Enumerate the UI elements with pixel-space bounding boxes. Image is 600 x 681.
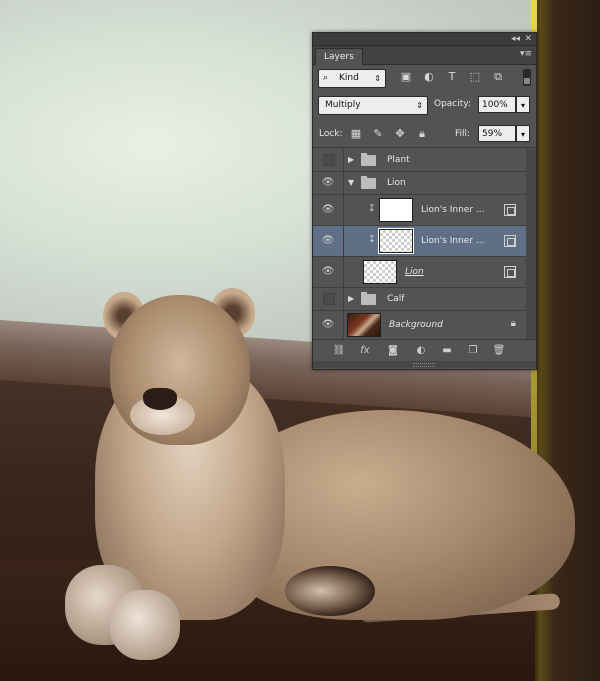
panel-menu-icon[interactable]: ▾≡ — [520, 49, 532, 59]
layer-row-lion[interactable]: 👁︎ Lion — [313, 257, 526, 288]
expand-triangle-icon[interactable]: ▶ — [348, 294, 354, 303]
opacity-label: Opacity: — [434, 99, 471, 109]
layers-list: ▶ Plant 👁︎ ▼ Lion 👁︎ ↧ Lion's Inner ... … — [313, 149, 526, 340]
fx-icon[interactable]: fx — [357, 344, 373, 358]
tab-layers[interactable]: Layers — [315, 48, 363, 65]
resize-grip[interactable] — [313, 361, 536, 368]
lock-all-icon[interactable]: 🔒︎ — [415, 127, 429, 141]
visibility-divider — [343, 311, 344, 339]
blend-mode-value: Multiply — [325, 100, 361, 110]
clipping-mask-icon: ↧ — [368, 235, 376, 245]
expand-triangle-icon[interactable]: ▶ — [348, 155, 354, 164]
folder-icon — [361, 153, 376, 166]
smart-object-icon — [504, 204, 516, 216]
visibility-divider — [343, 149, 344, 171]
eye-icon[interactable]: 👁︎ — [321, 265, 335, 279]
layer-thumbnail — [379, 198, 413, 222]
layer-name: Calf — [387, 294, 405, 304]
filter-kind-select[interactable]: ⌕ Kind ⇕ — [318, 69, 386, 88]
adjustment-layer-icon[interactable]: ◐ — [413, 344, 429, 358]
layer-row-background[interactable]: 👁︎ Background 🔒︎ — [313, 311, 526, 340]
stepper-icon: ⇕ — [416, 101, 423, 110]
layer-name: Background — [389, 320, 443, 330]
fill-field[interactable]: 59% — [478, 125, 516, 142]
clipping-mask-icon: ↧ — [368, 204, 376, 214]
folder-icon — [361, 292, 376, 305]
stepper-icon: ⇕ — [374, 74, 381, 83]
link-layers-icon[interactable]: ⛓︎ — [331, 344, 347, 358]
lion-nose — [143, 388, 177, 410]
adjustment-filter-icon[interactable]: ◐ — [422, 70, 436, 84]
type-filter-icon[interactable]: T — [445, 70, 459, 84]
eye-icon[interactable]: 👁︎ — [321, 203, 335, 217]
visibility-divider — [343, 226, 344, 256]
layer-row-lion-group[interactable]: 👁︎ ▼ Lion — [313, 172, 526, 195]
visibility-divider — [343, 257, 344, 287]
add-mask-icon[interactable]: ◙ — [385, 344, 401, 358]
close-icon[interactable]: ✕ — [524, 33, 532, 45]
panel-header[interactable]: ◂◂ ✕ — [313, 33, 536, 46]
lock-label: Lock: — [319, 129, 343, 139]
layer-name: Lion — [405, 267, 424, 277]
opacity-field[interactable]: 100% — [478, 96, 516, 113]
filter-row: ⌕ Kind ⇕ ▣ ◐ T ⬚ ⧉ — [313, 66, 536, 90]
search-icon: ⌕ — [323, 73, 329, 83]
layer-name: Plant — [387, 155, 410, 165]
layer-name: Lion — [387, 178, 406, 188]
shape-filter-icon[interactable]: ⬚ — [468, 70, 482, 84]
lock-image-pixels-icon[interactable]: ✎ — [371, 127, 385, 141]
smart-object-filter-icon[interactable]: ⧉ — [491, 70, 505, 84]
eye-icon[interactable]: 👁︎ — [321, 176, 335, 190]
fill-dropdown-icon[interactable]: ▾ — [516, 125, 530, 142]
opacity-dropdown-icon[interactable]: ▾ — [516, 96, 530, 113]
collapse-triangle-icon[interactable]: ▼ — [348, 178, 354, 187]
visibility-divider — [343, 172, 344, 194]
layer-name: Lion's Inner ... — [421, 205, 485, 215]
filter-kind-label: Kind — [339, 73, 359, 83]
visibility-toggle-off[interactable] — [323, 293, 335, 305]
layer-thumbnail — [363, 260, 397, 284]
layer-row-calf[interactable]: ▶ Calf — [313, 288, 526, 311]
eye-icon[interactable]: 👁︎ — [321, 234, 335, 248]
open-folder-icon — [361, 176, 376, 189]
layer-thumbnail — [347, 313, 381, 337]
image-filter-icon[interactable]: ▣ — [399, 70, 413, 84]
tab-bar: Layers ▾≡ — [313, 46, 536, 65]
layers-toolbar: ⛓︎ fx ◙ ◐ ▬ ❐ 🗑︎ — [313, 339, 536, 362]
lion-paw-right — [110, 590, 180, 660]
visibility-divider — [343, 288, 344, 310]
filter-toggle[interactable] — [523, 69, 531, 86]
lock-row: Lock: ▦ ✎ ✥ 🔒︎ Fill: 59% ▾ — [313, 121, 536, 148]
lock-position-icon[interactable]: ✥ — [393, 127, 407, 141]
layer-thumbnail — [378, 228, 414, 254]
smart-object-icon — [504, 266, 516, 278]
collapse-icon[interactable]: ◂◂ — [511, 33, 520, 45]
eye-icon[interactable]: 👁︎ — [321, 318, 335, 332]
lion-hind-paw — [285, 566, 375, 616]
blend-mode-select[interactable]: Multiply ⇕ — [318, 96, 428, 115]
layer-row-plant[interactable]: ▶ Plant — [313, 149, 526, 172]
smart-object-icon — [504, 235, 516, 247]
layers-scrollbar[interactable] — [526, 149, 536, 339]
fill-label: Fill: — [455, 129, 471, 139]
lock-icon: 🔒︎ — [510, 318, 516, 329]
layer-name: Lion's Inner ... — [421, 236, 485, 246]
blend-row: Multiply ⇕ Opacity: 100% ▾ — [313, 93, 536, 117]
layer-row-lions-inner-1[interactable]: 👁︎ ↧ Lion's Inner ... — [313, 195, 526, 226]
new-group-icon[interactable]: ▬ — [439, 344, 455, 358]
layers-panel: ◂◂ ✕ Layers ▾≡ ⌕ Kind ⇕ ▣ ◐ T ⬚ ⧉ Multip… — [312, 32, 537, 370]
delete-layer-icon[interactable]: 🗑︎ — [491, 344, 507, 358]
visibility-divider — [343, 195, 344, 225]
new-layer-icon[interactable]: ❐ — [465, 344, 481, 358]
lock-transparent-pixels-icon[interactable]: ▦ — [349, 127, 363, 141]
visibility-toggle-off[interactable] — [323, 154, 335, 166]
layer-row-lions-inner-2[interactable]: 👁︎ ↧ Lion's Inner ... — [313, 226, 526, 257]
